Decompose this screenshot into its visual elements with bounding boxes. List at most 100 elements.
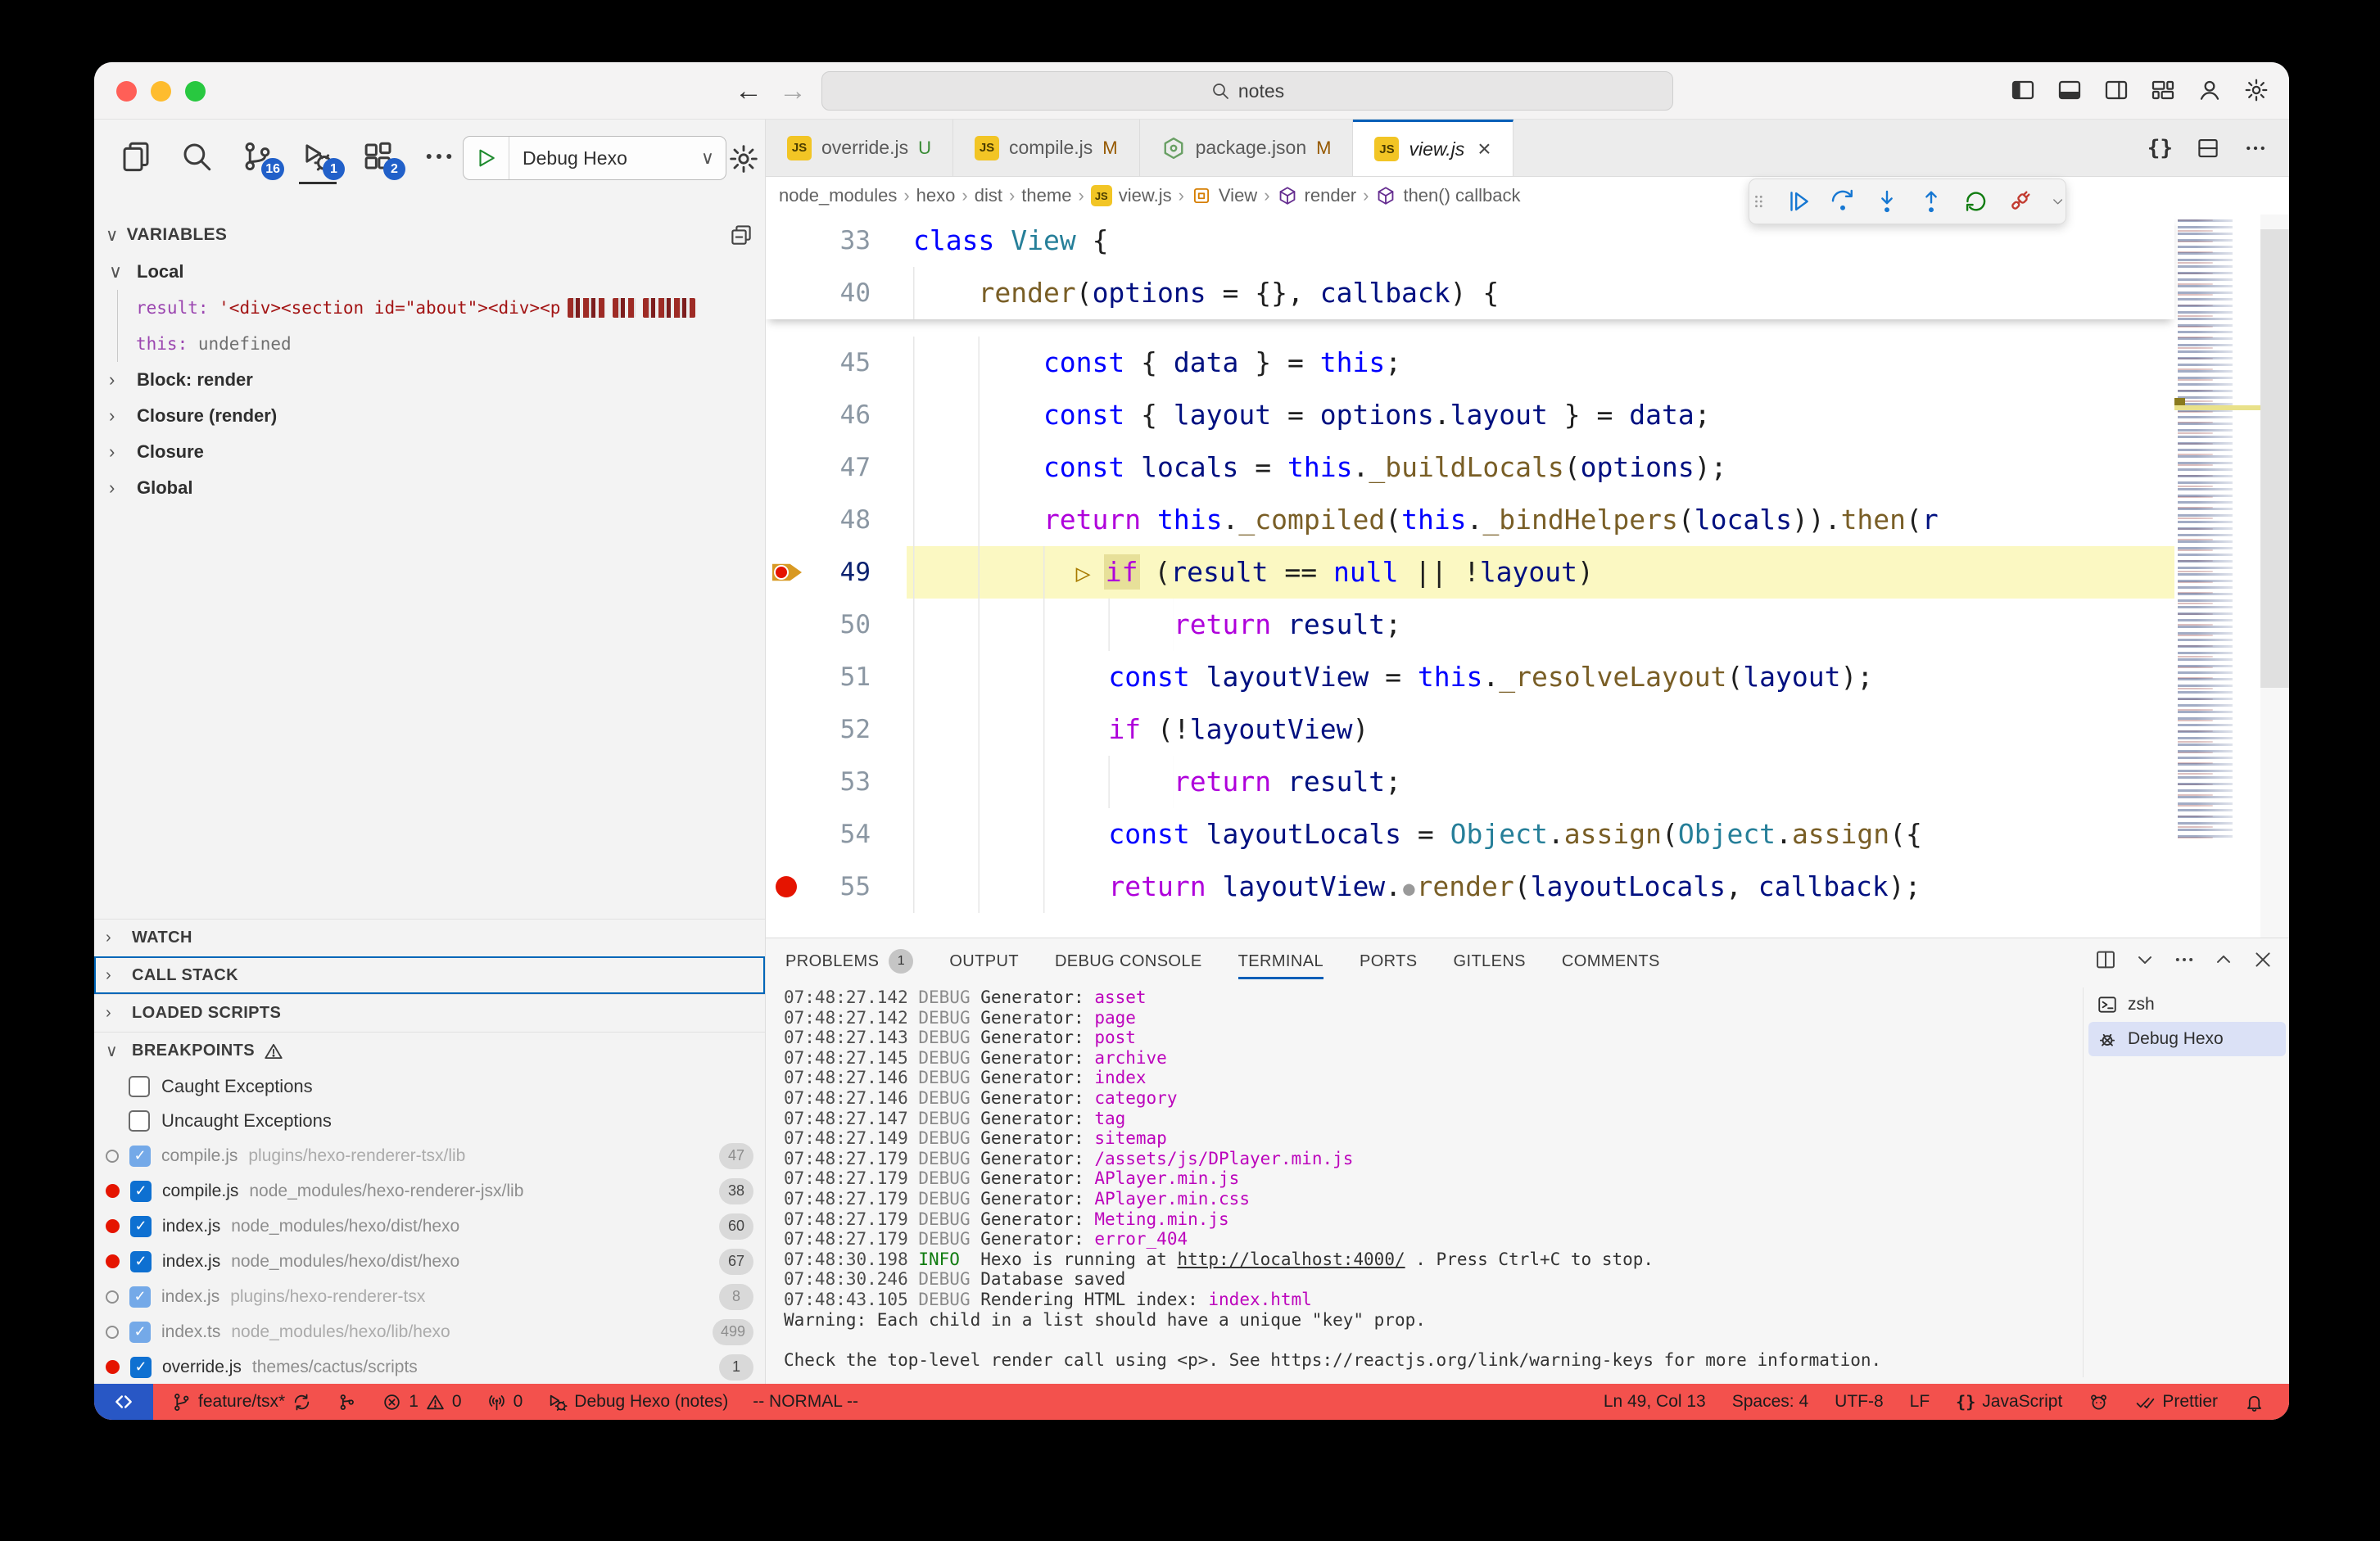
close-tab-icon[interactable]: × [1477, 136, 1491, 162]
variables-section-header[interactable]: ∨ VARIABLES [94, 218, 765, 252]
braces-icon[interactable]: {} [2147, 136, 2173, 160]
remote-indicator[interactable] [94, 1384, 153, 1420]
debug-disconnect-button[interactable] [2006, 188, 2034, 215]
titlebar-layout-sidebar-right-button[interactable] [2103, 77, 2129, 103]
variable-row[interactable]: result: '<div><section id="about"><div><… [136, 290, 765, 326]
terminal-list-item-debug-hexo[interactable]: Debug Hexo [2088, 1022, 2286, 1056]
terminal-link[interactable]: http://localhost:4000/ [1177, 1250, 1405, 1269]
more-activity-button[interactable] [422, 139, 456, 174]
breakpoint-item[interactable]: ✓compile.jsnode_modules/hexo-renderer-js… [94, 1173, 765, 1209]
breakpoint-hit-icon[interactable] [772, 559, 802, 585]
exception-toggle[interactable]: Uncaught Exceptions [94, 1104, 765, 1138]
editor-action-more[interactable] [2243, 136, 2268, 160]
panel-action-split-panel[interactable] [2094, 948, 2117, 971]
checkbox-checked-icon[interactable]: ✓ [130, 1181, 152, 1202]
checkbox-checked-icon[interactable]: ✓ [130, 1251, 152, 1272]
scrollbar-slider[interactable] [2260, 229, 2289, 688]
checkbox-unchecked-icon[interactable] [129, 1076, 150, 1097]
breadcrumb-item[interactable]: View [1191, 185, 1257, 206]
breakpoint-item[interactable]: ✓index.tsnode_modules/hexo/lib/hexo499 [94, 1314, 765, 1349]
vim-mode-status[interactable]: -- NORMAL -- [753, 1392, 858, 1412]
tab-compile-js[interactable]: JScompile.jsM [953, 120, 1140, 176]
debug-config-select[interactable]: Debug Hexo ∨ [463, 136, 726, 180]
command-center-search[interactable]: notes [821, 71, 1673, 111]
checkbox-unchecked-icon[interactable] [129, 1110, 150, 1132]
breakpoints-section-header[interactable]: ∨BREAKPOINTS [94, 1032, 765, 1069]
formatter-status[interactable]: Prettier [2135, 1392, 2218, 1412]
variable-row[interactable]: this: undefined [136, 326, 765, 362]
notifications[interactable] [2244, 1392, 2265, 1412]
panel-tab-comments[interactable]: COMMENTS [1562, 938, 1660, 984]
terminal-output[interactable]: 07:48:27.142 DEBUG Generator: asset07:48… [784, 987, 2076, 1381]
breakpoint-item[interactable]: ✓index.jsplugins/hexo-renderer-tsx8 [94, 1279, 765, 1314]
checkbox-checked-icon[interactable]: ✓ [130, 1357, 152, 1378]
tab-override-js[interactable]: JSoverride.jsU [766, 120, 953, 176]
source-control-activity-button[interactable]: 16 [240, 139, 274, 174]
start-debug-icon[interactable] [464, 137, 509, 179]
breakpoint-item[interactable]: ✓index.jsnode_modules/hexo/dist/hexo60 [94, 1209, 765, 1244]
panel-action-more[interactable] [2173, 948, 2196, 971]
panel-action-close[interactable] [2251, 948, 2274, 971]
close-window-button[interactable] [116, 81, 137, 102]
breakpoint-item[interactable]: ✓override.jsthemes/cactus/scripts1 [94, 1349, 765, 1384]
variables-scope-local[interactable]: ∨Local [94, 254, 765, 290]
github-status[interactable] [2088, 1392, 2109, 1412]
titlebar-settings-button[interactable] [2243, 77, 2269, 103]
panel-tab-gitlens[interactable]: GITLENS [1454, 938, 1526, 984]
breakpoint-item[interactable]: ✓compile.jsplugins/hexo-renderer-tsx/lib… [94, 1138, 765, 1173]
debug-session-status[interactable]: Debug Hexo (notes) [547, 1392, 728, 1412]
panel-action-chevron-down[interactable] [2133, 948, 2156, 971]
panel-tab-debug-console[interactable]: DEBUG CONSOLE [1055, 938, 1202, 984]
collapse-all-icon[interactable] [729, 223, 753, 247]
breadcrumb-item[interactable]: then() callback [1375, 185, 1520, 206]
breadcrumb-item[interactable]: theme [1021, 185, 1071, 206]
terminal-list-item-zsh[interactable]: zsh [2088, 987, 2286, 1022]
loaded-scripts-section-header[interactable]: ›LOADED SCRIPTS [94, 994, 765, 1032]
search-activity-button[interactable] [179, 139, 214, 174]
variables-scope-block-render[interactable]: ›Block: render [94, 362, 765, 398]
editor-action-split-editor[interactable] [2196, 136, 2220, 160]
panel-tab-output[interactable]: OUTPUT [949, 938, 1019, 984]
tab-package-json[interactable]: package.jsonM [1140, 120, 1354, 176]
debug-step-into-button[interactable] [1873, 188, 1901, 215]
ports-status[interactable]: 0 [486, 1392, 523, 1412]
call-stack-section-header[interactable]: ›CALL STACK [94, 956, 765, 994]
problems-status[interactable]: 10 [382, 1392, 461, 1412]
checkbox-checked-icon[interactable]: ✓ [129, 1146, 151, 1167]
debug-step-over-button[interactable] [1829, 188, 1857, 215]
debug-restart-button[interactable] [1961, 188, 1989, 215]
watch-section-header[interactable]: ›WATCH [94, 919, 765, 956]
breadcrumb-item[interactable]: JSview.js [1091, 185, 1172, 206]
run-debug-activity-button[interactable]: 1 [301, 139, 335, 174]
debug-continue-button[interactable] [1785, 188, 1812, 215]
variables-scope-closure-render-[interactable]: ›Closure (render) [94, 398, 765, 434]
checkbox-checked-icon[interactable]: ✓ [129, 1286, 151, 1308]
titlebar-layout-sidebar-left-button[interactable] [2010, 77, 2036, 103]
indentation[interactable]: Spaces: 4 [1732, 1392, 1808, 1412]
git-branch-status[interactable]: feature/tsx* [171, 1392, 312, 1412]
minimap[interactable] [2174, 215, 2260, 938]
breakpoint-hit-gutter[interactable] [772, 559, 800, 585]
explorer-activity-button[interactable] [119, 139, 153, 174]
breadcrumb-item[interactable]: node_modules [779, 185, 897, 206]
breadcrumb-item[interactable]: hexo [916, 185, 956, 206]
code-editor[interactable]: 45const { data } = this;46const { layout… [766, 215, 2289, 938]
cursor-position[interactable]: Ln 49, Col 13 [1604, 1392, 1706, 1412]
titlebar-layout-grid-button[interactable] [2150, 77, 2176, 103]
editor-scrollbar[interactable] [2260, 215, 2289, 938]
checkbox-checked-icon[interactable]: ✓ [129, 1322, 151, 1343]
encoding[interactable]: UTF-8 [1835, 1392, 1884, 1412]
panel-tab-terminal[interactable]: TERMINAL [1238, 938, 1323, 984]
minimize-window-button[interactable] [151, 81, 171, 102]
nav-forward-button[interactable]: → [776, 74, 810, 108]
variables-scope-global[interactable]: ›Global [94, 470, 765, 506]
breadcrumb-item[interactable]: dist [975, 185, 1002, 206]
panel-tab-ports[interactable]: PORTS [1360, 938, 1418, 984]
debug-step-out-button[interactable] [1917, 188, 1945, 215]
panel-action-chevron-up[interactable] [2212, 948, 2235, 971]
zoom-window-button[interactable] [185, 81, 206, 102]
breadcrumb-item[interactable]: render [1277, 185, 1357, 206]
debug-settings-gear[interactable] [727, 142, 760, 175]
breakpoint-icon[interactable] [776, 876, 797, 897]
exception-toggle[interactable]: Caught Exceptions [94, 1069, 765, 1104]
